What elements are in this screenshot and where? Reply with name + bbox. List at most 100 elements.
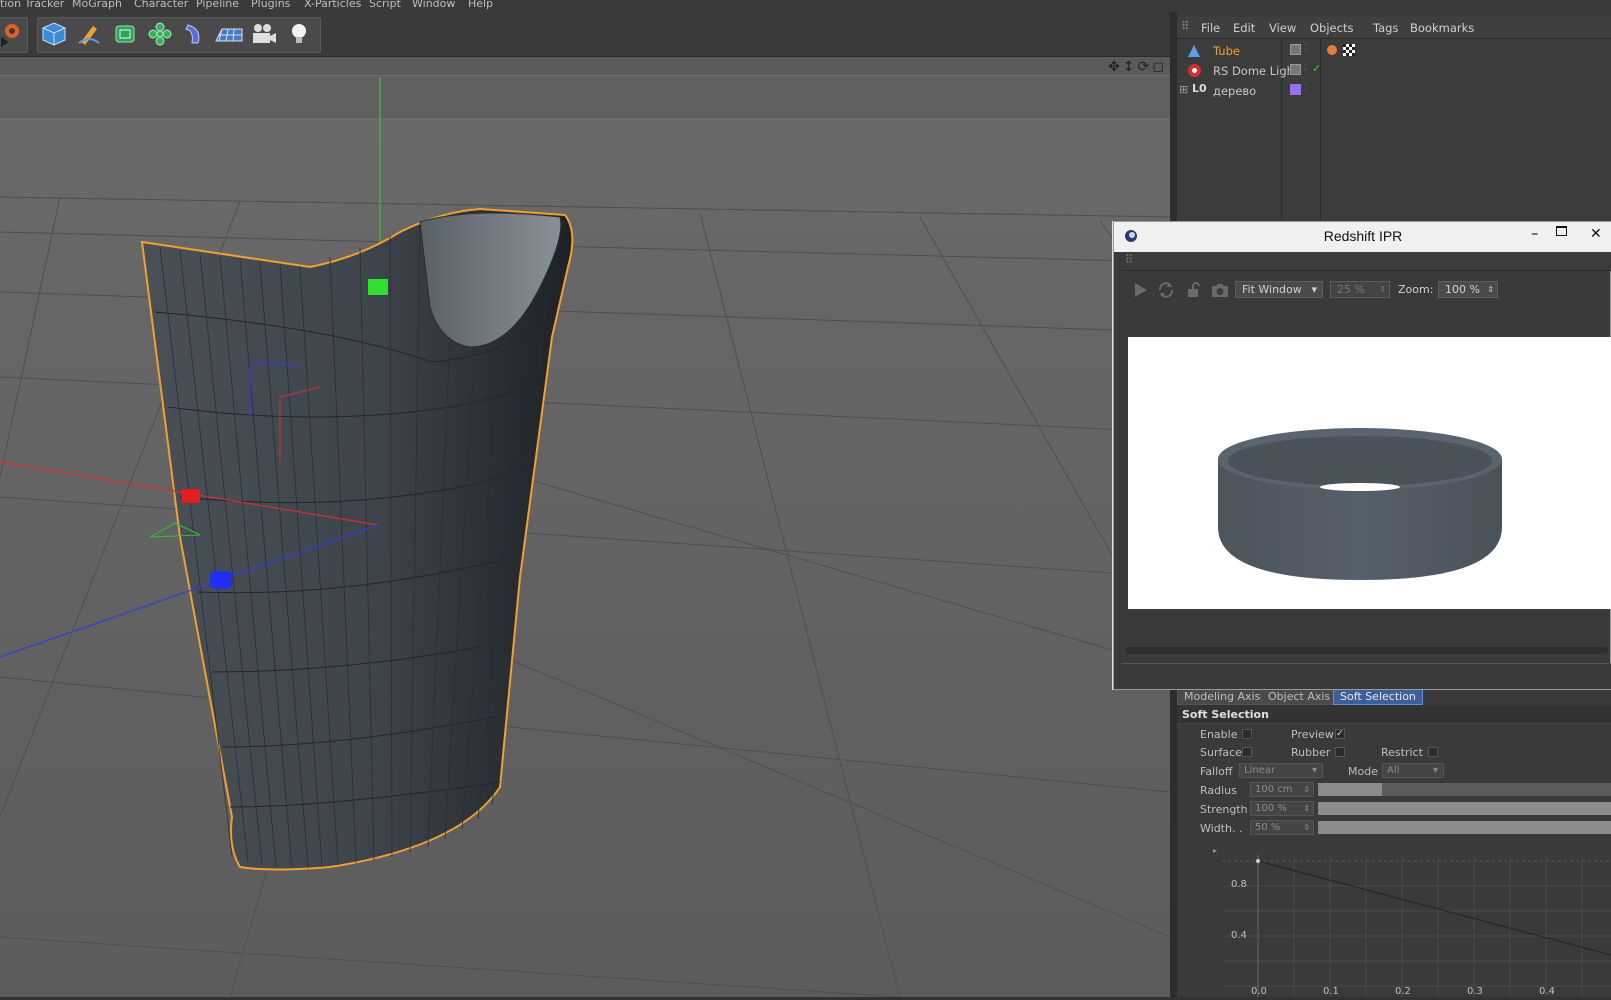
menu-character[interactable]: Character [134,0,188,10]
enable-label: Enable [1200,728,1238,741]
restrict-checkbox[interactable] [1428,747,1438,757]
surface-checkbox[interactable] [1242,747,1252,757]
layer-icon[interactable] [1290,64,1301,75]
ipr-menubar: ⠿ [1122,252,1611,271]
expand-icon[interactable]: ⊞ [1179,83,1188,96]
panel-grip-icon[interactable]: ⠿ [1181,19,1189,33]
zoom-field[interactable]: 100 % ⇕ [1438,281,1498,298]
ipr-horizontal-scrollbar[interactable] [1126,647,1608,654]
y-axis-handle [368,279,388,295]
floor-icon[interactable] [214,19,244,49]
play-icon[interactable] [1130,280,1150,300]
light-icon[interactable] [284,19,314,49]
panel-grip-icon[interactable]: ⠿ [1125,253,1133,266]
visibility-dots-icon[interactable]: ⁚ [1304,63,1307,73]
visibility-dots-icon[interactable]: ⁚ [1304,43,1307,53]
move-view-icon[interactable]: ✥ [1108,59,1120,75]
tab-soft-selection[interactable]: Soft Selection [1333,688,1423,705]
width-field[interactable]: 50 % ⇕ [1250,820,1314,835]
tab-modeling-axis[interactable]: Modeling Axis [1177,688,1268,705]
radius-slider[interactable] [1318,783,1611,796]
stepper-icon: ⇕ [1303,804,1310,813]
menu-mograph[interactable]: MoGraph [72,0,122,10]
object-row-tube[interactable]: Tube ⁚ [1177,41,1611,61]
object-manager-menubar: ⠿ File Edit View Objects Tags Bookmarks [1177,17,1611,39]
width-slider[interactable] [1318,821,1611,834]
maximize-icon[interactable] [1556,226,1567,236]
rotate-view-icon[interactable]: ⟳ [1138,59,1150,75]
falloff-label: Falloff [1200,765,1233,778]
radius-value: 100 cm [1255,784,1293,795]
minimize-icon[interactable]: – [1531,224,1539,242]
mode-label: Mode [1348,765,1378,778]
object-row-rs-dome-light[interactable]: RS Dome Light ⁚ ✓ [1177,61,1611,81]
close-icon[interactable]: ✕ [1590,226,1602,242]
enabled-check-icon[interactable]: ✓ [1312,62,1321,75]
render-settings-icon[interactable] [0,19,26,49]
cube-icon[interactable] [39,19,69,49]
preview-checkbox[interactable]: ✓ [1335,729,1345,739]
phong-tag-icon[interactable] [1343,44,1355,56]
scale-field[interactable]: 25 % ⇕ [1330,281,1390,298]
strength-slider[interactable] [1318,802,1611,815]
surface-label: Surface [1200,746,1242,759]
expand-arrow-icon[interactable]: ▸ [1213,846,1217,855]
x-tick-label: 0.4 [1539,986,1555,997]
ipr-render-view[interactable] [1128,337,1611,609]
menu-script[interactable]: Script [369,0,401,10]
falloff-dropdown[interactable]: Linear ▾ [1239,763,1323,778]
om-menu-edit[interactable]: Edit [1233,21,1255,35]
3d-viewport[interactable] [0,57,1170,997]
viewport-navigation: ✥ ↕ ⟳ ◻ [1108,57,1170,76]
toggle-view-icon[interactable]: ◻ [1152,59,1164,75]
width-value: 50 % [1255,822,1281,833]
preview-label: Preview [1291,728,1334,741]
om-menu-view[interactable]: View [1269,21,1296,35]
rubber-checkbox[interactable] [1335,747,1345,757]
menu-help[interactable]: Help [468,0,493,10]
object-row-derevo[interactable]: ⊞ L0 дерево ⁚ [1177,81,1611,101]
x-tick-label: 0.0 [1251,986,1267,997]
om-menu-tags[interactable]: Tags [1373,21,1398,35]
menu-plugins[interactable]: Plugins [251,0,290,10]
radius-field[interactable]: 100 cm ⇕ [1250,782,1314,797]
camera-icon[interactable] [249,19,279,49]
refresh-icon[interactable] [1156,280,1176,300]
falloff-spline-graph[interactable]: 0.8 0.4 0.0 0.1 0.2 0.3 0.4 [1222,855,1611,997]
strength-field[interactable]: 100 % ⇕ [1250,801,1314,816]
subdivision-icon[interactable] [110,19,140,49]
layer-icon[interactable] [1290,44,1301,55]
pen-icon[interactable] [74,19,104,49]
stepper-icon: ⇕ [1303,785,1310,794]
ipr-titlebar[interactable]: Redshift IPR – ✕ [1114,222,1611,252]
snapshot-camera-icon[interactable] [1210,280,1230,300]
menu-x-particles[interactable]: X-Particles [304,0,361,10]
om-menu-bookmarks[interactable]: Bookmarks [1410,21,1474,35]
menu-motion-tracker[interactable]: tion Tracker [0,0,64,10]
strength-slider-fill [1318,802,1611,815]
width-label: Width. . [1200,822,1243,835]
object-name: дерево [1213,84,1257,98]
cloner-icon[interactable] [145,19,175,49]
enable-checkbox[interactable] [1242,729,1252,739]
lock-icon[interactable] [1184,280,1204,300]
scale-value: 25 % [1337,283,1365,296]
chevron-down-icon: ▾ [1311,283,1317,296]
layer-color-icon[interactable] [1290,84,1301,95]
menu-pipeline[interactable]: Pipeline [196,0,239,10]
om-menu-file[interactable]: File [1201,21,1220,35]
render-preview-image [1218,428,1502,580]
fit-mode-value: Fit Window [1242,283,1302,296]
zoom-view-icon[interactable]: ↕ [1123,59,1135,75]
menu-window[interactable]: Window [412,0,455,10]
main-menubar: tion Tracker MoGraph Character Pipeline … [0,0,1611,12]
mode-dropdown[interactable]: All ▾ [1382,763,1444,778]
material-tag-icon[interactable] [1327,45,1337,55]
tab-object-axis[interactable]: Object Axis [1261,688,1338,705]
om-menu-objects[interactable]: Objects [1310,21,1353,35]
visibility-dots-icon[interactable]: ⁚ [1304,83,1307,93]
deformer-icon[interactable] [180,19,210,49]
y-tick-label: 0.4 [1231,930,1247,941]
x-tick-label: 0.3 [1467,986,1483,997]
fit-mode-dropdown[interactable]: Fit Window ▾ [1235,281,1323,298]
